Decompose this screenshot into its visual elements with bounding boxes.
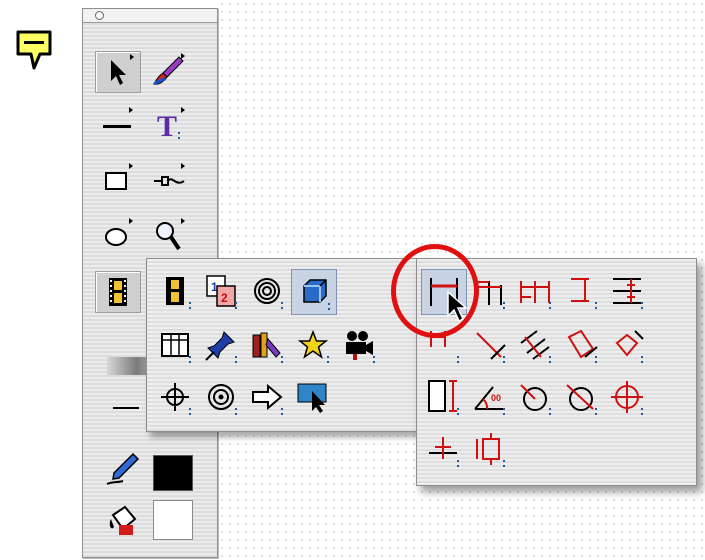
svg-text:00: 00 — [491, 393, 501, 403]
diameter-dimension-tool[interactable] — [559, 375, 603, 419]
vertical-dimension-icon — [571, 278, 589, 302]
books-icon — [252, 332, 281, 358]
arrow-shape-tool[interactable] — [245, 375, 289, 419]
center-mark-tool[interactable] — [605, 375, 649, 419]
balloon-help-icon[interactable] — [14, 28, 54, 74]
magnifier-icon — [156, 222, 181, 251]
height-dimension-icon — [428, 380, 457, 412]
datum-icon — [429, 437, 457, 459]
mouse-cursor-icon — [447, 290, 468, 323]
chain-dimension-tool[interactable] — [513, 269, 557, 313]
pen-color-swatch[interactable] — [153, 455, 193, 491]
3d-box-icon — [303, 279, 327, 303]
arrow-tool-button[interactable] — [95, 51, 141, 93]
diameter-dimension-icon — [566, 384, 594, 411]
arrow-pointer-icon — [111, 60, 126, 85]
diagonal-dimension-icon — [615, 330, 644, 357]
line-icon — [103, 125, 131, 128]
angle-dimension-tool[interactable]: 00 — [467, 375, 511, 419]
frame-dimension-icon — [476, 433, 500, 465]
paint-bucket-icon — [109, 505, 137, 535]
pen-color-button[interactable] — [101, 449, 145, 489]
angular-dimension-tool[interactable] — [513, 323, 557, 367]
text-tool-button[interactable]: T — [147, 105, 191, 145]
svg-text:T: T — [157, 110, 177, 142]
page-number-icon: 1 2 — [206, 275, 236, 307]
height-dimension-tool[interactable] — [421, 375, 465, 419]
aligned-dimension-tool[interactable] — [467, 323, 511, 367]
film-icon — [166, 277, 184, 305]
film-strip-icon — [109, 278, 127, 306]
svg-text:2: 2 — [221, 291, 228, 305]
crosshair-tool[interactable] — [153, 375, 197, 419]
close-box-icon[interactable] — [95, 11, 104, 20]
pen-icon — [106, 452, 140, 485]
palette-titlebar[interactable] — [83, 9, 217, 23]
stacked-dimension-icon — [613, 278, 641, 304]
diagonal-dimension-tool[interactable] — [605, 323, 649, 367]
books-tool[interactable] — [245, 323, 289, 367]
rotated-dimension-icon — [567, 329, 598, 359]
fill-color-button[interactable] — [101, 499, 145, 539]
connector-tool-button[interactable] — [147, 161, 191, 201]
movie-camera-icon — [346, 331, 373, 360]
film-tool[interactable] — [153, 269, 197, 313]
rectangle-tool-button[interactable] — [95, 161, 139, 201]
line-tool-button[interactable] — [95, 105, 139, 145]
oval-icon — [105, 228, 127, 246]
zoom-tool-button[interactable] — [147, 216, 191, 256]
table-tool[interactable] — [153, 323, 197, 367]
page-number-tool[interactable]: 1 2 — [199, 269, 243, 313]
angular-dimension-icon — [520, 330, 550, 360]
spiral-arrow-tool[interactable] — [199, 375, 243, 419]
line-weight-icon[interactable] — [113, 407, 139, 409]
spiral-tool[interactable] — [245, 269, 289, 313]
screen-pointer-icon — [297, 383, 327, 413]
radius-dimension-tool[interactable] — [513, 375, 557, 419]
arrow-shape-icon — [252, 383, 283, 411]
frame-dimension-tool[interactable] — [467, 427, 511, 471]
table-icon — [161, 333, 189, 357]
crosshair-icon — [161, 383, 189, 411]
3d-box-tool[interactable] — [291, 269, 337, 315]
pushpin-tool[interactable] — [199, 323, 243, 367]
stacked-dimension-tool[interactable] — [605, 269, 649, 313]
rectangle-icon — [105, 172, 127, 190]
brush-tool-button[interactable] — [147, 51, 191, 91]
rotated-dimension-tool[interactable] — [559, 323, 603, 367]
film-tools-popup: 1 2 — [146, 258, 433, 432]
vertical-dimension-tool[interactable] — [559, 269, 603, 313]
center-mark-icon — [611, 381, 643, 413]
screen-pointer-tool[interactable] — [291, 375, 335, 419]
spiral-icon — [254, 278, 280, 304]
pushpin-icon — [205, 331, 235, 361]
chain-dimension-icon — [520, 281, 550, 303]
radius-dimension-icon — [520, 384, 547, 411]
film-tool-button[interactable] — [95, 271, 141, 313]
star-tool[interactable] — [291, 323, 335, 367]
star-icon — [297, 329, 329, 359]
aligned-dimension-icon — [476, 332, 506, 360]
oval-tool-button[interactable] — [95, 216, 139, 256]
connector-icon — [154, 176, 185, 186]
angle-dimension-icon: 00 — [474, 386, 505, 410]
fill-color-swatch[interactable] — [153, 500, 193, 540]
movie-camera-tool[interactable] — [337, 323, 381, 367]
datum-tool[interactable] — [421, 427, 465, 471]
spiral-arrow-icon — [208, 384, 234, 410]
